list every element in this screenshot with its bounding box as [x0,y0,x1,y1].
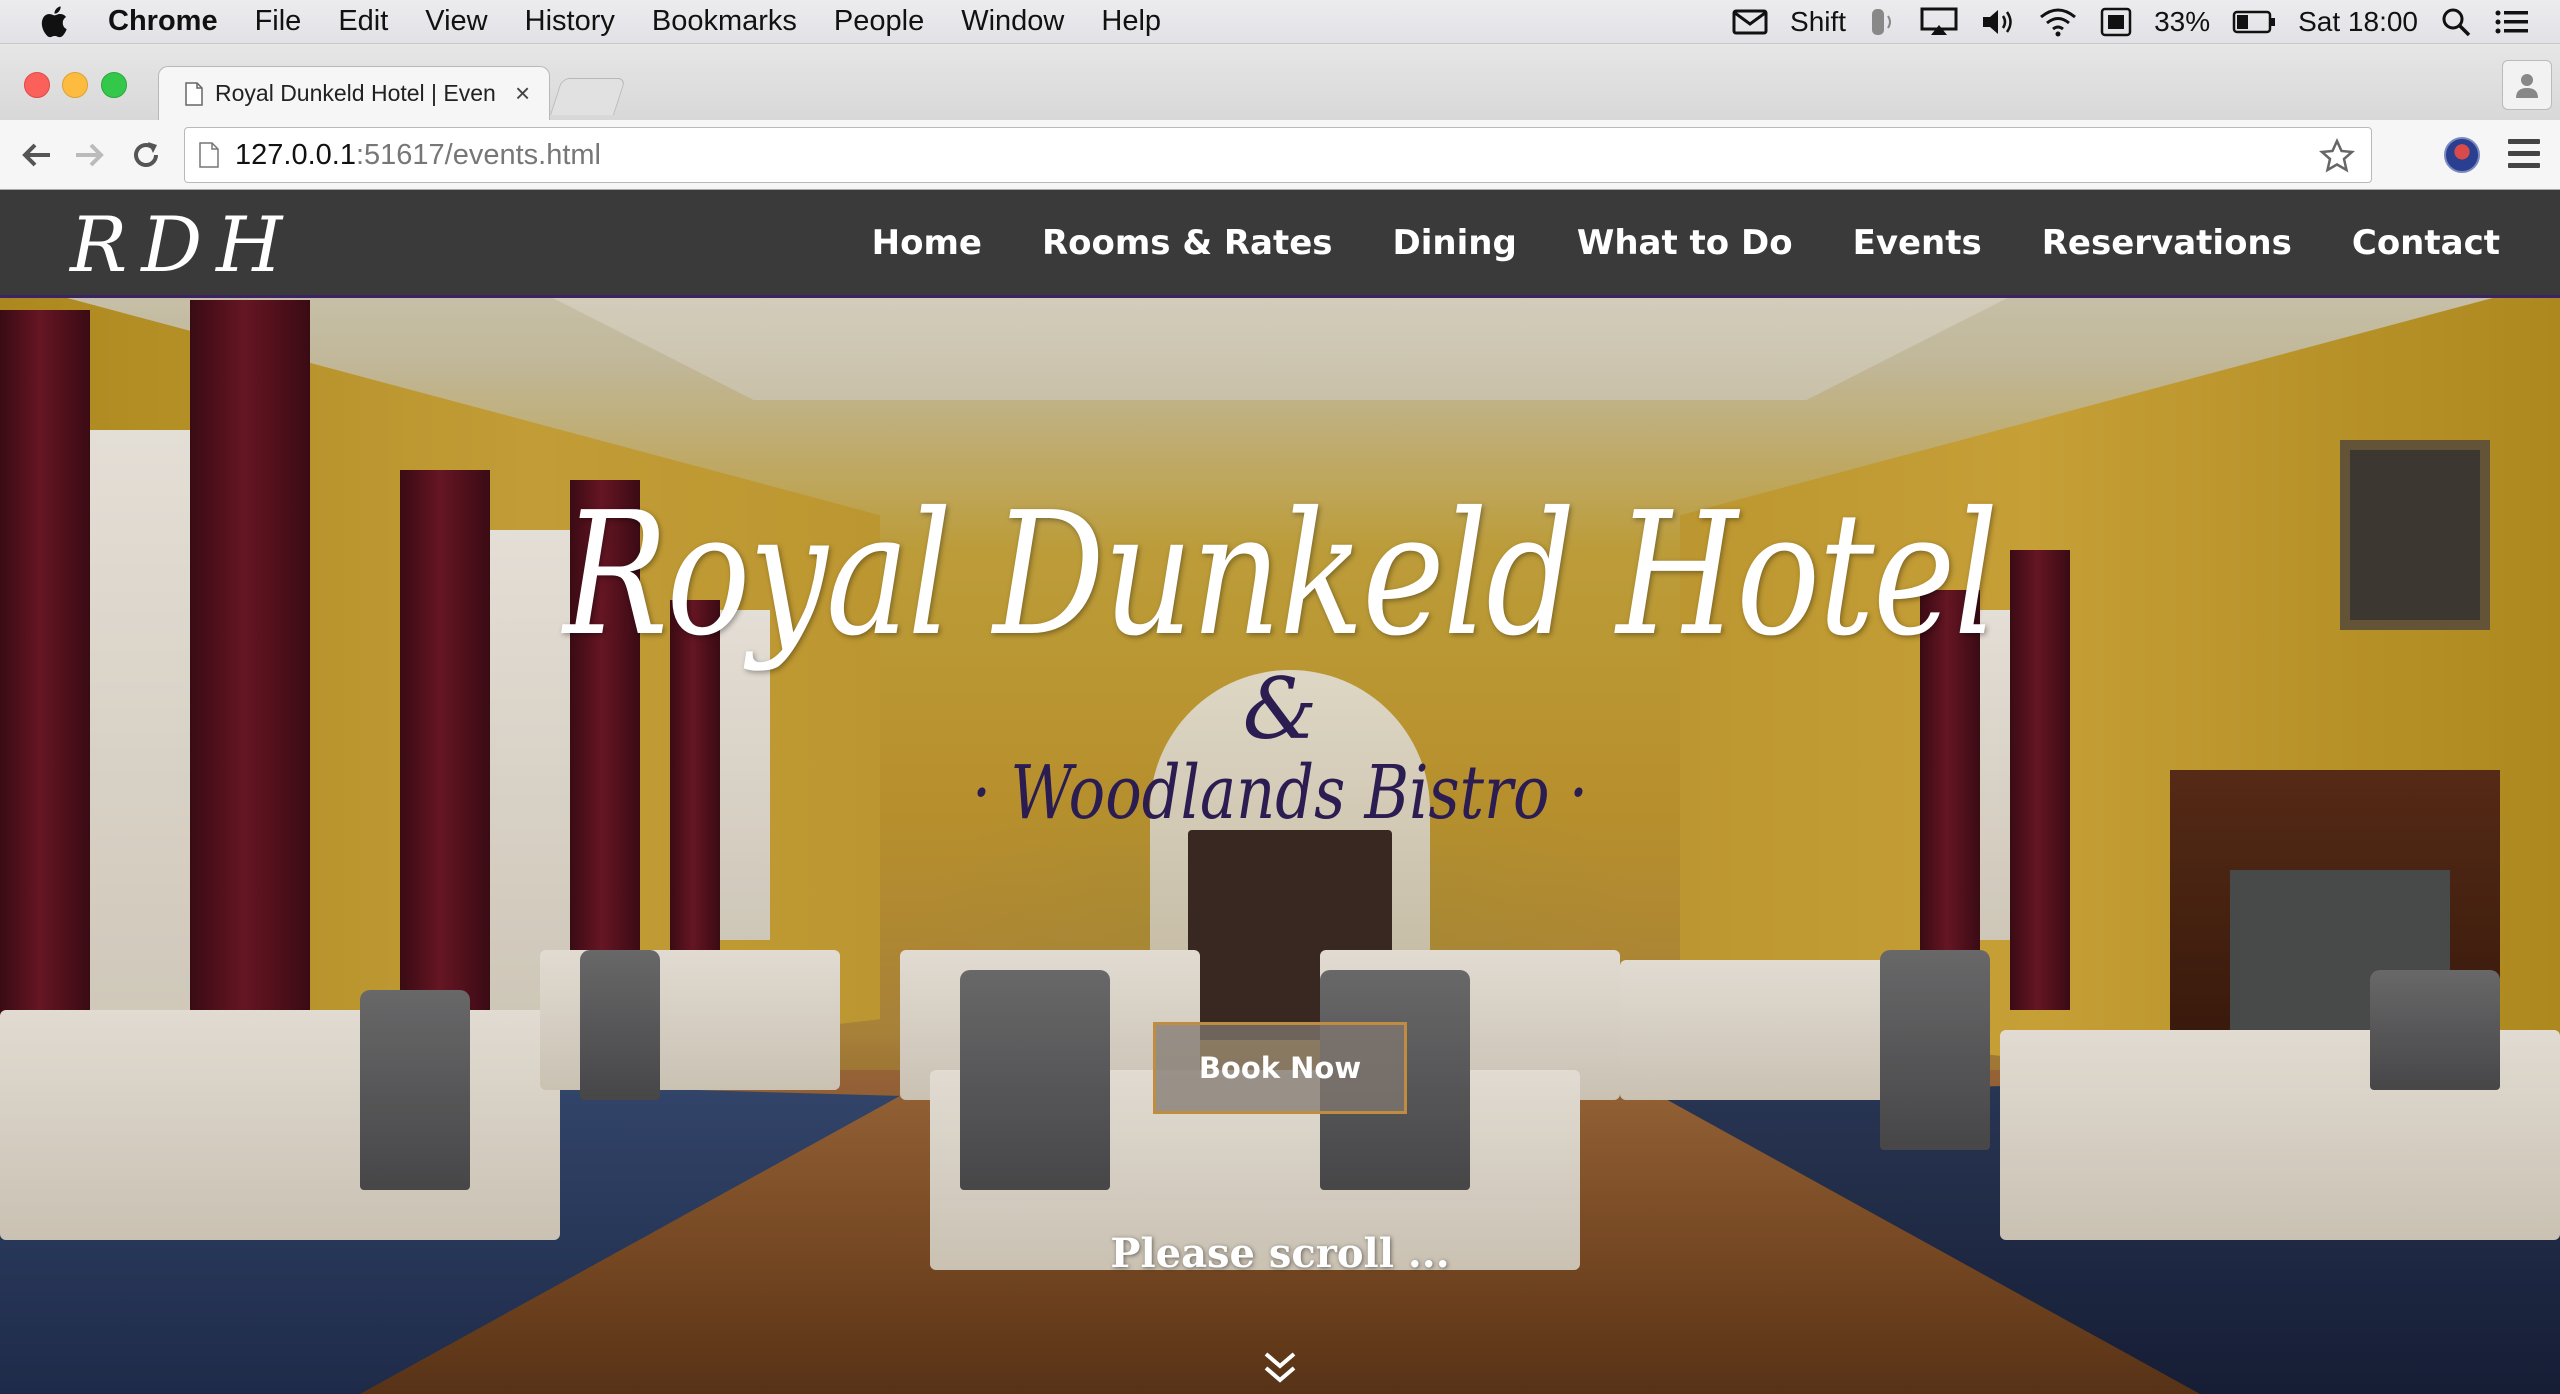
hero-title: Royal Dunkeld Hotel [563,476,1998,674]
chrome-menu-icon[interactable] [2508,139,2540,169]
nav-reservations[interactable]: Reservations [2042,223,2292,263]
reload-button[interactable] [128,137,164,173]
page-icon [185,81,203,106]
url-path: :51617/events.html [355,138,601,171]
mail-icon[interactable] [1732,9,1768,35]
nav-rooms-rates[interactable]: Rooms & Rates [1042,223,1333,263]
nav-home[interactable]: Home [872,223,982,263]
hero-ampersand: & [1242,660,1318,758]
input-menu-icon[interactable] [2100,7,2132,37]
bookmark-star-icon[interactable] [2319,138,2355,174]
person-icon [2516,74,2538,98]
reload-icon [134,142,158,167]
notification-center-icon[interactable] [2494,7,2530,37]
site-nav: Home Rooms & Rates Dining What to Do Eve… [812,190,2500,295]
airplay-icon[interactable] [1920,7,1958,37]
forward-arrow-icon [76,143,104,167]
back-arrow-icon [22,143,50,167]
tab-strip: Royal Dunkeld Hotel | Even × [0,44,2560,120]
clock[interactable]: Sat 18:00 [2298,6,2418,38]
nav-contact[interactable]: Contact [2352,223,2500,263]
menu-app-chrome[interactable]: Chrome [108,5,218,38]
address-bar[interactable]: 127.0.0.1:51617/events.html [184,127,2372,183]
back-button[interactable] [18,137,54,173]
browser-toolbar: 127.0.0.1:51617/events.html [0,120,2560,190]
menu-file[interactable]: File [255,5,302,38]
menu-view[interactable]: View [425,5,487,38]
macos-menu-bar: Chrome File Edit View History Bookmarks … [0,0,2560,44]
url-host: 127.0.0.1 [235,138,356,171]
new-tab-button[interactable] [549,78,627,115]
menu-bookmarks[interactable]: Bookmarks [652,5,797,38]
hero-subtitle: · Woodlands Bistro · [971,750,1589,836]
site-header: RDH Home Rooms & Rates Dining What to Do… [0,190,2560,298]
battery-icon[interactable] [2232,10,2276,34]
menu-edit[interactable]: Edit [338,5,388,38]
menu-window[interactable]: Window [961,5,1064,38]
nav-dining[interactable]: Dining [1393,223,1517,263]
menu-people[interactable]: People [834,5,924,38]
nav-what-to-do[interactable]: What to Do [1577,223,1793,263]
forward-button[interactable] [72,137,108,173]
volume-icon[interactable] [1980,7,2016,37]
dictation-icon[interactable] [1868,6,1898,38]
zoom-window-button[interactable] [101,72,127,98]
close-window-button[interactable] [24,72,50,98]
nav-events[interactable]: Events [1853,223,1982,263]
menu-help[interactable]: Help [1101,5,1161,38]
book-now-button[interactable]: Book Now [1153,1022,1407,1114]
menu-history[interactable]: History [525,5,615,38]
tab-events[interactable]: Royal Dunkeld Hotel | Even × [158,66,550,120]
site-logo[interactable]: RDH [70,200,296,289]
tab-title: Royal Dunkeld Hotel | Even [215,80,496,106]
minimize-window-button[interactable] [62,72,88,98]
chevron-down-icon[interactable] [1262,1350,1298,1384]
keyboard-status[interactable]: Shift [1790,6,1846,38]
profile-button[interactable] [2502,60,2552,110]
spotlight-icon[interactable] [2440,6,2472,38]
apple-icon[interactable] [38,4,74,40]
extension-icon[interactable] [2444,137,2480,173]
website-viewport: RDH Home Rooms & Rates Dining What to Do… [0,190,2560,1394]
tab-close-icon[interactable]: × [515,78,530,109]
url-text[interactable]: 127.0.0.1:51617/events.html [235,139,601,172]
page-icon [199,142,219,168]
scroll-hint: Please scroll ... [1110,1230,1450,1277]
battery-percent: 33% [2154,6,2211,37]
wifi-icon[interactable] [2038,7,2078,37]
